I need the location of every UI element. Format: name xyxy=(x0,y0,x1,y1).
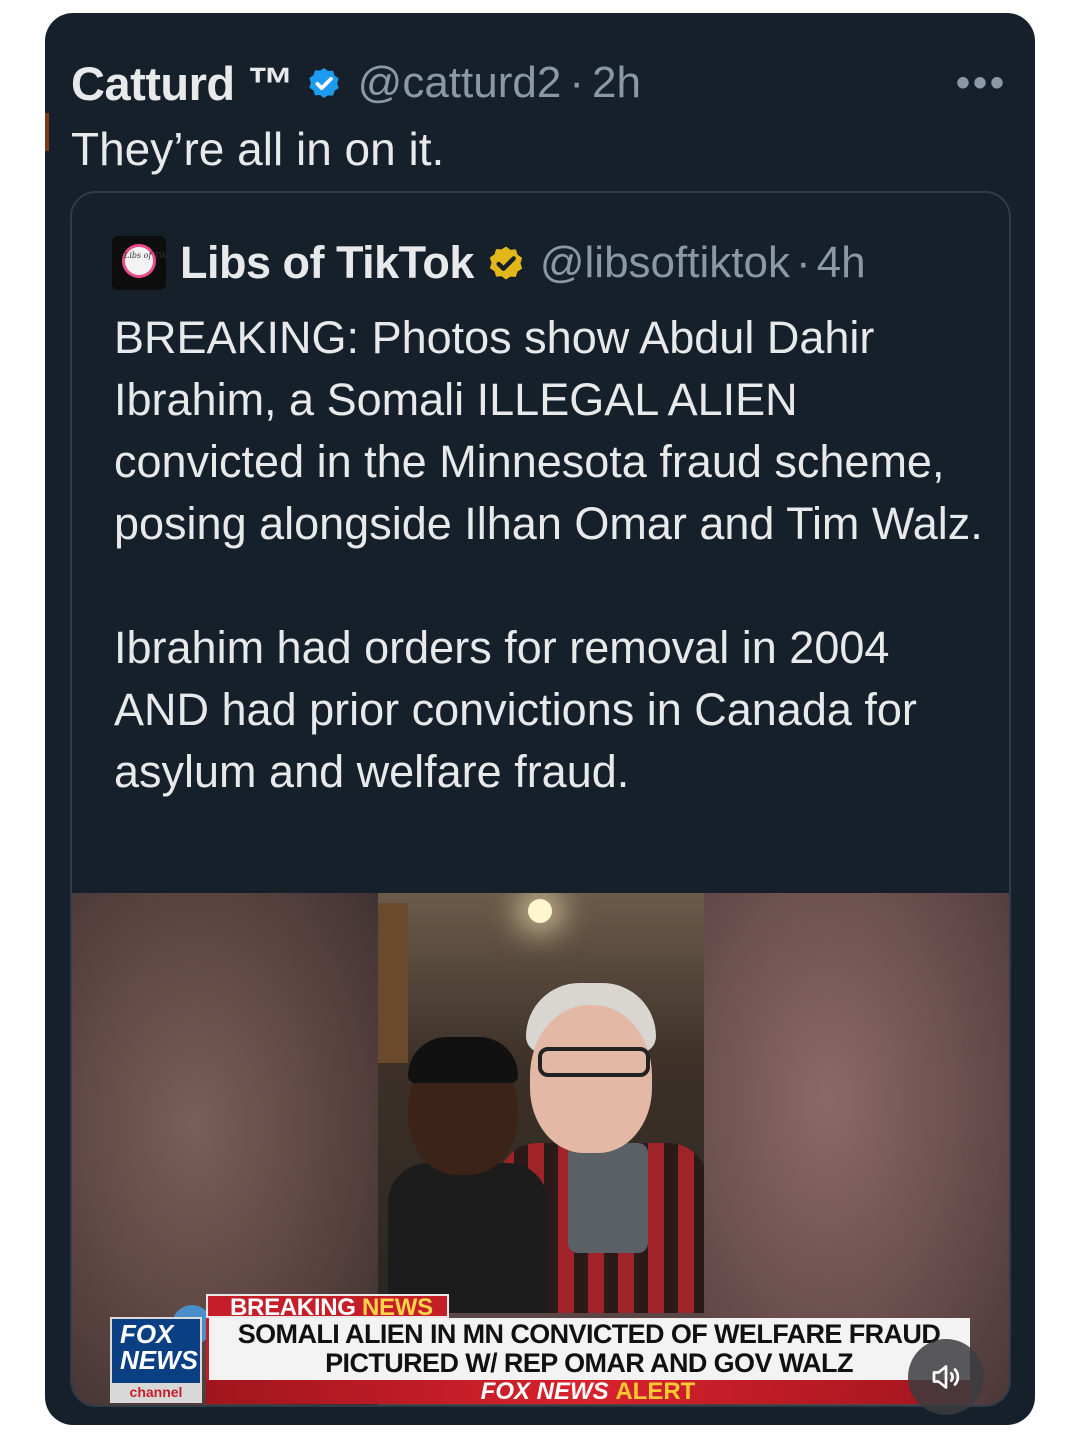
fox-news-alert-bar: FOX NEWS ALERT xyxy=(206,1380,970,1404)
author-name[interactable]: Catturd ™ xyxy=(71,56,294,111)
video-media[interactable]: BREAKING NEWS SOMALI ALIEN IN MN CONVICT… xyxy=(72,893,1009,1405)
quoted-author-handle[interactable]: @libsoftiktok xyxy=(540,238,790,288)
tweet-header: Catturd ™ @catturd2 · 2h xyxy=(71,51,641,115)
ticker-line-1: SOMALI ALIEN IN MN CONVICTED OF WELFARE … xyxy=(237,1319,941,1349)
quoted-tweet-time[interactable]: 4h xyxy=(817,238,866,288)
separator-dot: · xyxy=(795,238,811,287)
separator-dot: · xyxy=(569,58,584,107)
quoted-author-name[interactable]: Libs of TikTok xyxy=(180,237,474,289)
avatar[interactable]: Libs of TikTok xyxy=(112,236,166,290)
quoted-tweet-header: Libs of TikTok Libs of TikTok @libsoftik… xyxy=(112,233,866,293)
photo-two-men xyxy=(378,893,704,1313)
quoted-tweet[interactable]: Libs of TikTok Libs of TikTok @libsoftik… xyxy=(70,191,1011,1407)
tweet-card[interactable]: Catturd ™ @catturd2 · 2h ••• They’re all… xyxy=(45,13,1035,1425)
fox-news-logo: FOX NEWS channel xyxy=(110,1317,202,1403)
news-ticker: SOMALI ALIEN IN MN CONVICTED OF WELFARE … xyxy=(206,1318,970,1380)
decorative-stripe xyxy=(45,113,49,151)
sound-icon[interactable] xyxy=(908,1339,984,1415)
more-options-icon[interactable]: ••• xyxy=(956,61,1007,106)
quoted-tweet-text: BREAKING: Photos show Abdul Dahir Ibrahi… xyxy=(114,307,994,803)
breaking-news-label: BREAKING NEWS xyxy=(206,1294,449,1320)
tweet-time[interactable]: 2h xyxy=(592,58,641,108)
author-handle[interactable]: @catturd2 xyxy=(358,58,562,108)
quoted-paragraph-2: Ibrahim had orders for removal in 2004 A… xyxy=(114,622,917,797)
verified-badge-blue-icon xyxy=(308,68,339,98)
tweet-text: They’re all in on it. xyxy=(71,123,445,175)
quoted-paragraph-1: BREAKING: Photos show Abdul Dahir Ibrahi… xyxy=(114,312,983,549)
verified-badge-gold-icon xyxy=(489,246,522,280)
ticker-line-2: PICTURED W/ REP OMAR AND GOV WALZ xyxy=(325,1348,853,1378)
